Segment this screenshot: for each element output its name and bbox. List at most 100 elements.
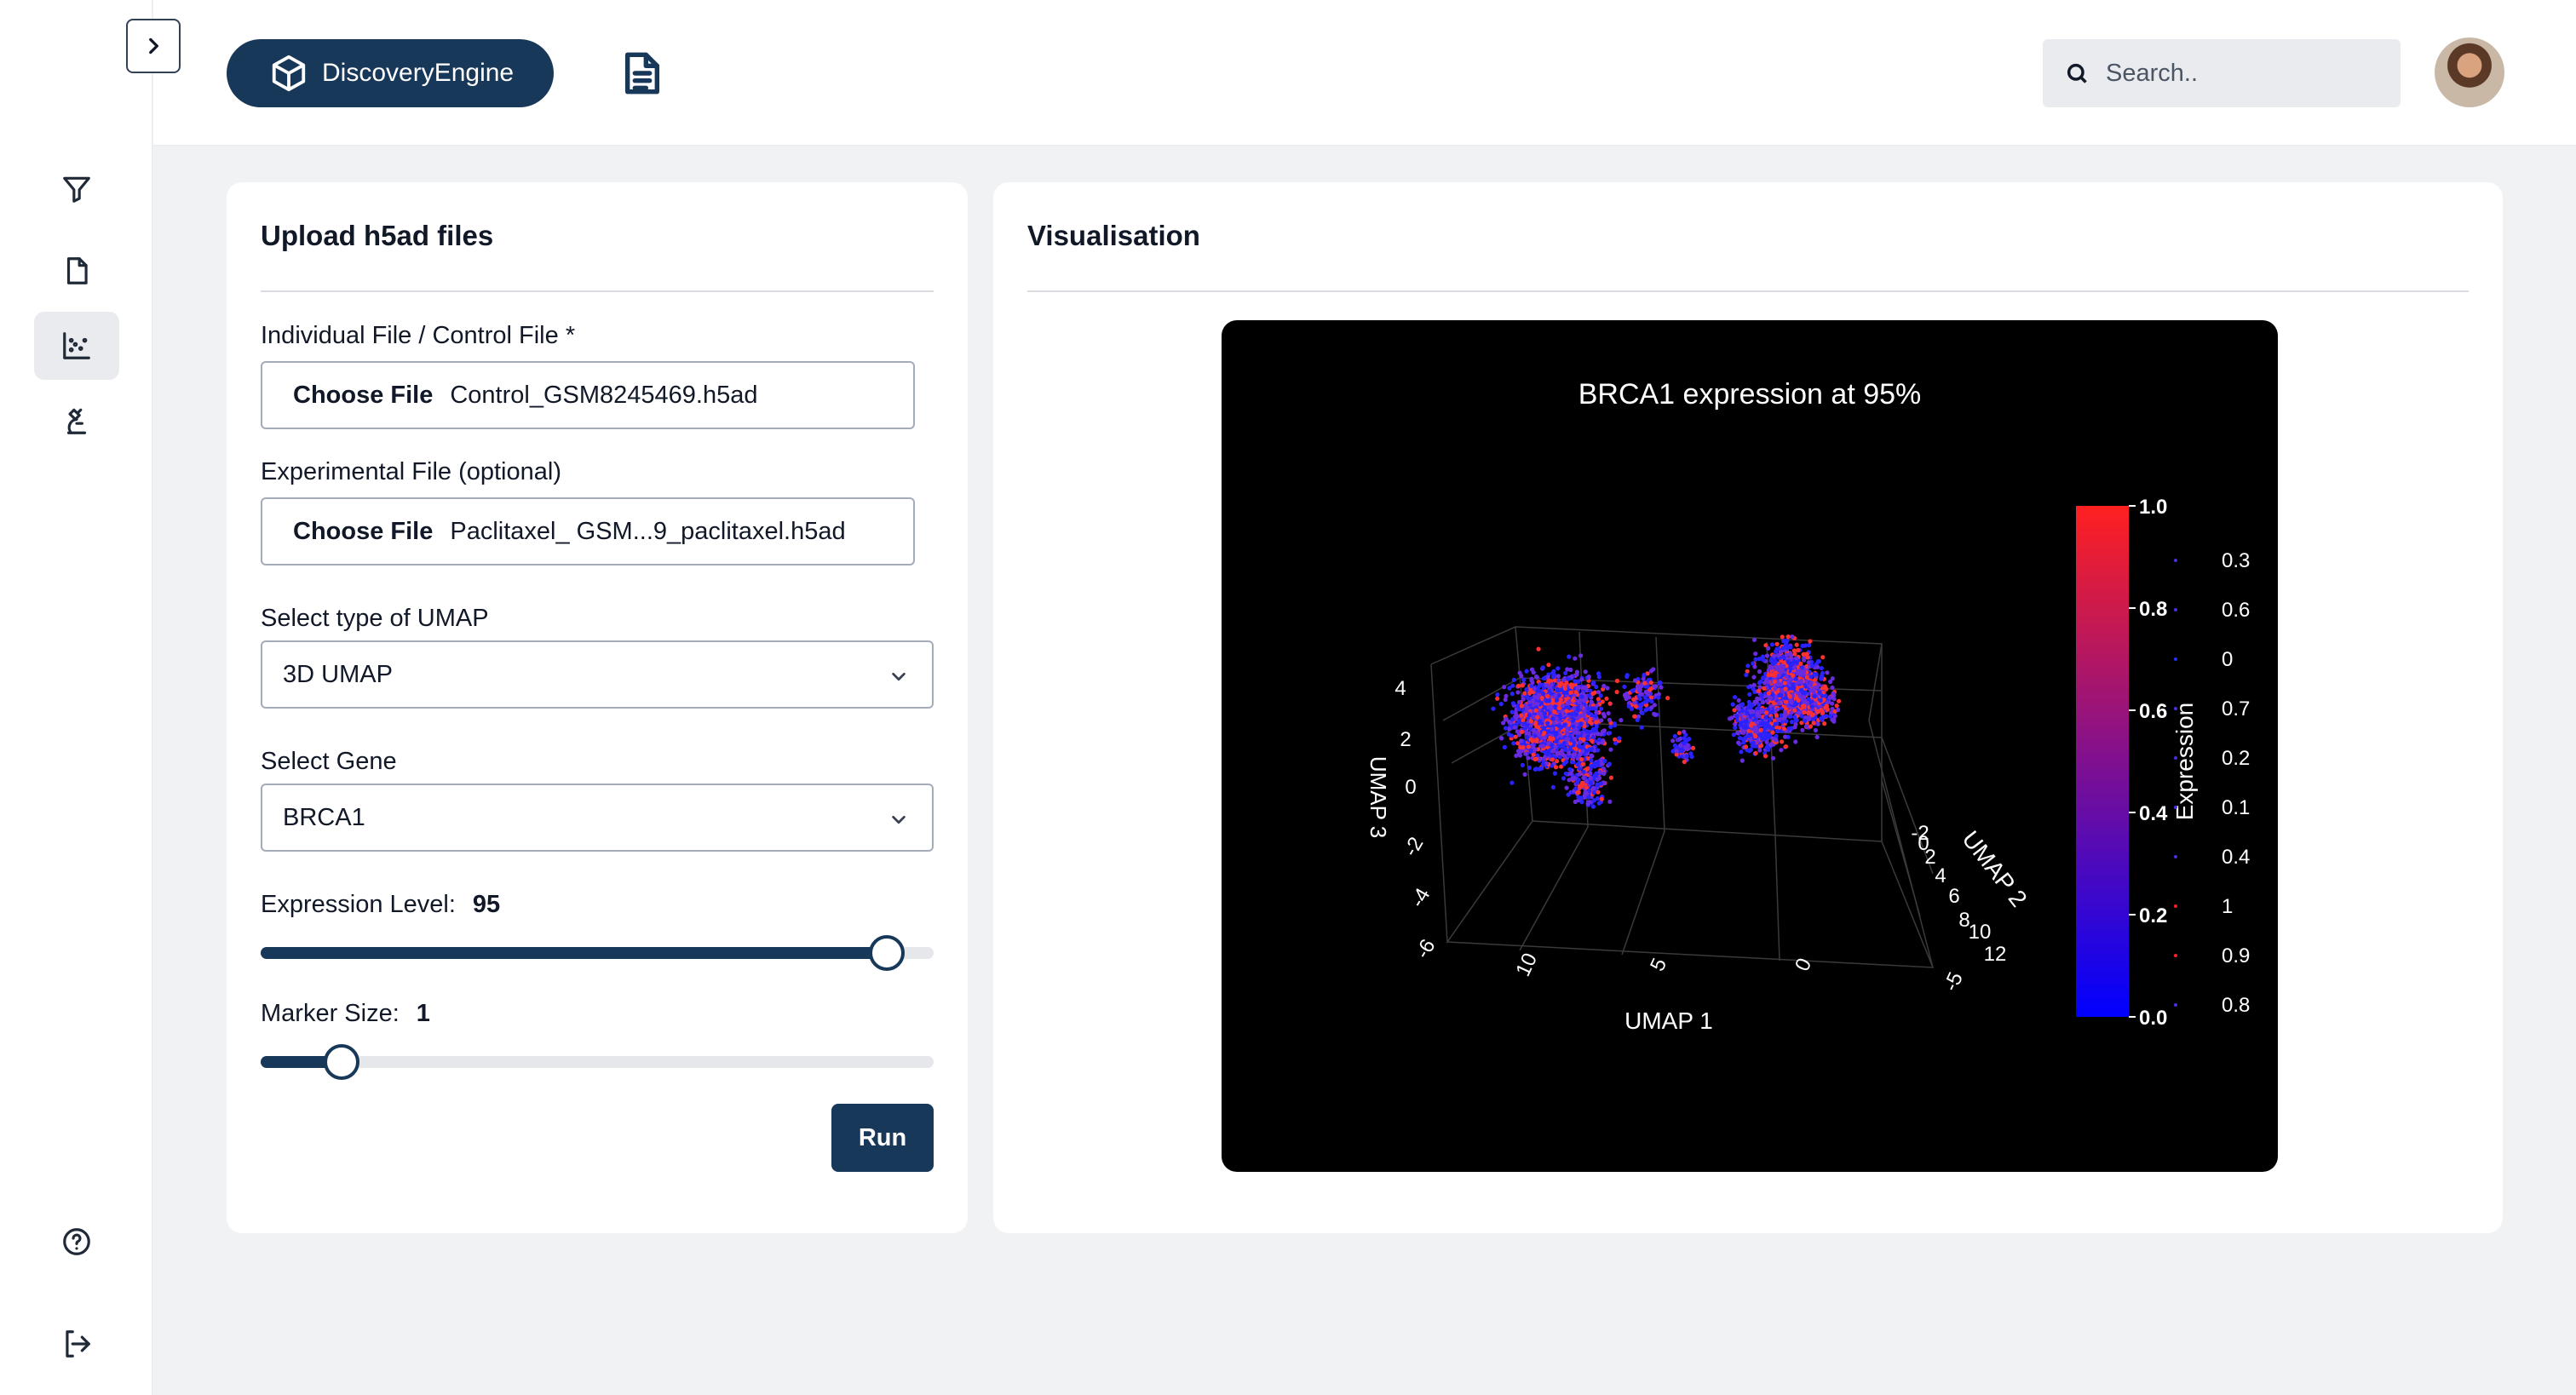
umap-3d-plot[interactable]: BRCA1 expression at 95% 4 2 0 -2 -4 -6 10 5 0 -5… xyxy=(1222,320,2278,1172)
data-point xyxy=(1589,758,1594,763)
data-point xyxy=(1525,735,1530,740)
gene-select[interactable]: BRCA1 xyxy=(261,784,934,852)
choose-file-button[interactable]: Choose File xyxy=(293,382,433,410)
x-axis-ticks: 10 5 0 -5 xyxy=(1511,950,1968,995)
data-point xyxy=(1595,783,1601,788)
data-point xyxy=(1614,689,1619,695)
data-point xyxy=(1576,778,1581,783)
data-point xyxy=(1739,716,1745,721)
legend-marker xyxy=(2174,608,2177,611)
data-point xyxy=(1540,665,1545,670)
expression-level-slider[interactable] xyxy=(261,935,934,971)
data-point xyxy=(1819,716,1824,721)
data-point xyxy=(1585,800,1591,805)
data-point xyxy=(1502,685,1507,690)
data-point xyxy=(1606,710,1611,716)
data-point xyxy=(1599,796,1604,801)
data-point xyxy=(1763,715,1768,720)
sidebar-item-visualisation[interactable] xyxy=(34,312,119,380)
legend-marker xyxy=(2174,904,2177,908)
data-point xyxy=(1753,729,1758,734)
data-point xyxy=(1557,683,1562,688)
data-point xyxy=(1590,738,1595,743)
choose-file-button[interactable]: Choose File xyxy=(293,518,433,546)
data-point xyxy=(1596,748,1601,753)
data-point xyxy=(1766,691,1772,696)
data-point xyxy=(1495,696,1500,701)
data-point xyxy=(1682,759,1687,765)
data-point xyxy=(1549,682,1554,687)
data-point xyxy=(1768,696,1774,701)
data-point xyxy=(1491,706,1496,711)
data-point xyxy=(1590,754,1595,759)
experimental-file-input[interactable]: Choose File Paclitaxel_ GSM...9_paclitax… xyxy=(261,497,915,565)
data-point xyxy=(1527,691,1532,696)
documents-button[interactable] xyxy=(620,48,664,99)
data-point xyxy=(1804,675,1809,680)
data-point xyxy=(1633,703,1638,709)
data-point xyxy=(1522,691,1527,696)
data-point xyxy=(1772,679,1777,684)
data-point xyxy=(1649,699,1654,704)
data-point xyxy=(1584,729,1590,734)
brand-button[interactable]: DiscoveryEngine xyxy=(227,39,554,107)
avatar[interactable] xyxy=(2435,37,2504,107)
umap-type-label: Select type of UMAP xyxy=(261,605,489,632)
data-point xyxy=(1564,729,1569,734)
data-point xyxy=(1589,699,1594,704)
individual-file-input[interactable]: Choose File Control_GSM8245469.h5ad xyxy=(261,361,915,429)
data-point xyxy=(1531,698,1536,703)
umap-type-select[interactable]: 3D UMAP xyxy=(261,640,934,709)
z-tick-label: -4 xyxy=(1406,884,1435,911)
search-input[interactable] xyxy=(2106,59,2378,88)
y-tick-label: 10 xyxy=(1969,921,1992,944)
data-point xyxy=(1776,701,1782,706)
data-point xyxy=(1619,718,1624,723)
data-point xyxy=(1607,701,1613,706)
sidebar-item-help[interactable] xyxy=(34,1208,119,1276)
data-point xyxy=(1503,726,1508,731)
data-point xyxy=(1596,737,1602,743)
data-point xyxy=(1757,688,1762,693)
data-point xyxy=(1545,720,1550,726)
data-point xyxy=(1670,738,1676,743)
sidebar-item-microscope[interactable] xyxy=(34,387,119,455)
expand-sidebar-button[interactable] xyxy=(126,19,181,73)
data-point xyxy=(1781,726,1787,732)
slider-thumb[interactable] xyxy=(868,935,905,971)
data-point xyxy=(1531,728,1537,733)
data-point xyxy=(1527,699,1532,705)
search-bar[interactable] xyxy=(2043,39,2401,107)
data-point xyxy=(1739,749,1744,755)
umap-3d-chart[interactable]: BRCA1 expression at 95% 420-2-4-6 10 5 0-5… xyxy=(1222,320,2278,1172)
sidebar xyxy=(0,0,153,1395)
data-point xyxy=(1812,694,1817,699)
data-point xyxy=(1551,669,1556,674)
sidebar-item-files[interactable] xyxy=(34,237,119,305)
data-point xyxy=(1642,672,1647,678)
data-point xyxy=(1520,729,1525,734)
data-point xyxy=(1562,754,1567,759)
legend-value: 0.3 xyxy=(2222,549,2250,572)
data-point xyxy=(1567,778,1572,783)
data-point xyxy=(1519,674,1524,679)
data-point xyxy=(1509,709,1515,715)
data-point xyxy=(1567,766,1573,772)
data-point xyxy=(1584,749,1589,754)
data-point xyxy=(1818,698,1823,703)
data-point xyxy=(1543,735,1548,740)
slider-thumb[interactable] xyxy=(323,1044,359,1080)
data-point xyxy=(1527,765,1532,771)
marker-size-slider[interactable] xyxy=(261,1044,934,1080)
data-point xyxy=(1736,707,1741,712)
sidebar-item-filter[interactable] xyxy=(34,155,119,223)
data-point xyxy=(1516,683,1521,688)
data-point xyxy=(1527,713,1532,718)
run-button[interactable]: Run xyxy=(831,1104,934,1172)
data-point xyxy=(1753,652,1758,657)
sidebar-item-logout[interactable] xyxy=(34,1310,119,1378)
data-point xyxy=(1578,752,1583,757)
legend-marker xyxy=(2174,1003,2177,1007)
data-point xyxy=(1766,747,1771,752)
data-point xyxy=(1774,641,1780,646)
